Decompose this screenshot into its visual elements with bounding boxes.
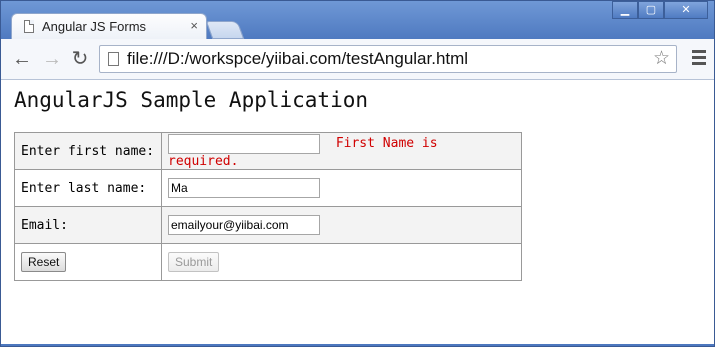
page-icon xyxy=(108,52,119,66)
table-row: Enter first name: First Name is required… xyxy=(14,132,522,170)
browser-toolbar: ← → ↻ file:///D:/workspce/yiibai.com/tes… xyxy=(1,39,714,80)
forward-arrow-icon[interactable]: → xyxy=(41,48,63,70)
address-bar[interactable]: file:///D:/workspce/yiibai.com/testAngul… xyxy=(99,45,677,73)
browser-window: Angular JS Forms × ▁ ▢ ✕ ← → ↻ file:///D… xyxy=(0,0,715,347)
new-tab-button[interactable] xyxy=(205,21,245,39)
email-label: Email: xyxy=(14,206,162,244)
tab-title: Angular JS Forms xyxy=(42,19,147,34)
form-table: Enter first name: First Name is required… xyxy=(14,132,522,281)
last-name-label: Enter last name: xyxy=(14,169,162,207)
menu-icon[interactable] xyxy=(692,50,706,68)
last-name-cell xyxy=(161,169,522,207)
close-button[interactable]: ✕ xyxy=(664,1,708,19)
table-row: Enter last name: xyxy=(14,169,522,207)
reset-button[interactable]: Reset xyxy=(21,252,67,272)
reload-icon[interactable]: ↻ xyxy=(69,48,91,70)
table-row: Reset Submit xyxy=(14,243,522,281)
back-arrow-icon[interactable]: ← xyxy=(11,48,33,70)
submit-cell: Submit xyxy=(161,243,522,281)
page-content: AngularJS Sample Application Enter first… xyxy=(1,80,714,344)
page-title: AngularJS Sample Application xyxy=(14,88,369,112)
email-input[interactable] xyxy=(168,215,320,235)
window-controls: ▁ ▢ ✕ xyxy=(612,1,708,21)
page-icon xyxy=(24,20,34,33)
bookmark-star-icon[interactable]: ☆ xyxy=(653,47,670,70)
last-name-input[interactable] xyxy=(168,178,320,198)
maximize-button[interactable]: ▢ xyxy=(638,1,664,19)
first-name-cell: First Name is required. xyxy=(161,132,522,170)
browser-tab[interactable]: Angular JS Forms × xyxy=(11,13,207,39)
email-cell xyxy=(161,206,522,244)
url-text[interactable]: file:///D:/workspce/yiibai.com/testAngul… xyxy=(127,49,468,69)
tab-close-icon[interactable]: × xyxy=(190,18,198,33)
first-name-input[interactable] xyxy=(168,133,320,154)
minimize-button[interactable]: ▁ xyxy=(612,1,638,19)
title-bar: Angular JS Forms × ▁ ▢ ✕ xyxy=(1,1,714,39)
table-row: Email: xyxy=(14,206,522,244)
first-name-label: Enter first name: xyxy=(14,132,162,170)
reset-cell: Reset xyxy=(14,243,162,281)
submit-button[interactable]: Submit xyxy=(168,252,220,272)
